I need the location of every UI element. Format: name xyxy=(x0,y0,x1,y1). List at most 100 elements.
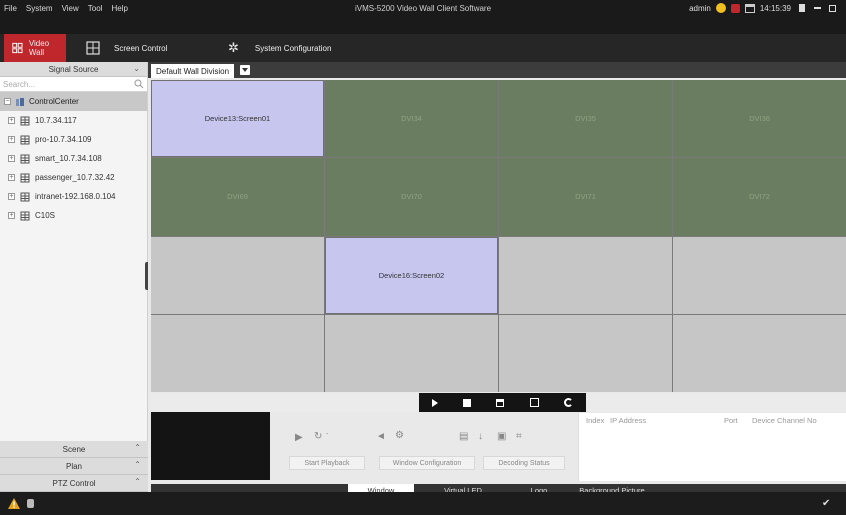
search-input[interactable]: Search... xyxy=(0,77,147,92)
tree-item[interactable]: + C10S xyxy=(0,206,147,225)
column-header-index[interactable]: Index xyxy=(586,416,604,428)
chevron-down-icon: ⌄ xyxy=(133,64,140,73)
wall-cell[interactable]: Device13:Screen01 xyxy=(151,80,324,158)
wall-cell[interactable] xyxy=(325,314,498,392)
signal-source-header[interactable]: Signal Source ⌄ xyxy=(0,62,147,77)
wall-cell[interactable]: DVI34 xyxy=(325,80,498,158)
play-icon[interactable] xyxy=(431,398,438,407)
status-area: admin 14:15:39 xyxy=(689,3,836,13)
tree-item[interactable]: + intranet-192.168.0.104 xyxy=(0,187,147,206)
tree-item[interactable]: + passenger_10.7.32.42 xyxy=(0,168,147,187)
signal-source-title: Signal Source xyxy=(48,64,99,74)
nav-video-wall[interactable]: Video Wall xyxy=(4,34,66,62)
tab-default-wall-division[interactable]: Default Wall Division xyxy=(151,64,235,78)
tab-dropdown-icon[interactable] xyxy=(240,65,250,75)
calendar-icon xyxy=(744,3,755,13)
wall-cell[interactable]: Device16:Screen02 xyxy=(325,236,498,314)
nav-system-configuration[interactable]: ✲ System Configuration xyxy=(220,34,339,62)
wall-cell[interactable]: DVI69 xyxy=(151,158,324,236)
ptz-panel-header[interactable]: PTZ Control ⌃ xyxy=(0,475,148,492)
decoding-status-label: Decoding Status xyxy=(498,459,550,467)
expand-icon[interactable]: + xyxy=(8,155,15,162)
refresh-icon[interactable] xyxy=(564,398,574,407)
window-configuration-button[interactable]: Window Configuration xyxy=(379,456,475,470)
column-header-port[interactable]: Port xyxy=(724,416,738,428)
maximize-icon[interactable] xyxy=(829,4,836,12)
download-icon[interactable]: ↓ xyxy=(478,431,483,442)
start-playback-button[interactable]: Start Playback xyxy=(289,456,365,470)
search-icon[interactable] xyxy=(134,79,144,89)
collapse-icon[interactable]: − xyxy=(4,98,11,105)
tree-item-label: passenger_10.7.32.42 xyxy=(35,173,115,182)
module-nav: Video Wall Screen Control ✲ System Confi… xyxy=(0,34,846,62)
expand-icon[interactable]: + xyxy=(8,174,15,181)
camera-icon[interactable]: ◄ xyxy=(376,431,386,442)
tab-label: Default Wall Division xyxy=(156,66,230,76)
config-icon[interactable]: ▤ xyxy=(459,431,468,442)
decoding-status-button[interactable]: Decoding Status xyxy=(483,456,565,470)
wall-cell[interactable] xyxy=(673,236,846,314)
tree-root-controlcenter[interactable]: − ControlCenter xyxy=(0,92,147,111)
scene-panel-header[interactable]: Scene ⌃ xyxy=(0,441,148,458)
settings-icon[interactable]: ⚙ xyxy=(395,430,404,441)
expand-icon[interactable]: + xyxy=(8,136,15,143)
lock-icon[interactable] xyxy=(799,4,805,12)
control-center-icon xyxy=(16,97,24,106)
wall-cell[interactable]: DVI70 xyxy=(325,158,498,236)
wall-cell[interactable] xyxy=(151,314,324,392)
column-header-ip[interactable]: IP Address xyxy=(610,416,646,428)
alarm-icon[interactable] xyxy=(730,3,740,13)
tray-icon[interactable] xyxy=(27,499,34,508)
tree-item[interactable]: + 10.7.34.117 xyxy=(0,111,147,130)
nav-video-wall-label: Video Wall xyxy=(28,39,50,57)
column-header-channel[interactable]: Device Channel No xyxy=(752,416,817,428)
device-icon xyxy=(20,192,30,201)
plan-title: Plan xyxy=(65,461,82,471)
taskbar: ✔ xyxy=(0,492,846,515)
wall-cell[interactable]: DVI36 xyxy=(673,80,846,158)
wall-cell[interactable] xyxy=(499,314,672,392)
plan-panel-header[interactable]: Plan ⌃ xyxy=(0,458,148,475)
expand-icon[interactable]: + xyxy=(8,212,15,219)
device-icon xyxy=(20,116,30,125)
tree-item[interactable]: + smart_10.7.34.108 xyxy=(0,149,147,168)
username: admin xyxy=(689,3,711,13)
gear-icon: ✲ xyxy=(228,40,239,55)
dropdown-arrow-icon[interactable]: - xyxy=(326,431,328,438)
device-icon xyxy=(20,173,30,182)
chevron-up-icon: ⌃ xyxy=(134,460,141,469)
window-icon[interactable] xyxy=(496,398,505,407)
wall-cell[interactable] xyxy=(673,314,846,392)
device-icon xyxy=(20,211,30,220)
rewind-icon[interactable]: ↻ xyxy=(314,431,322,442)
warning-icon[interactable] xyxy=(7,497,21,510)
wall-cell[interactable]: DVI72 xyxy=(673,158,846,236)
tree-item[interactable]: + pro-10.7.34.109 xyxy=(0,130,147,149)
tool-icon[interactable]: ✔ xyxy=(822,498,830,509)
scene-title: Scene xyxy=(62,444,86,454)
wall-cell[interactable] xyxy=(499,236,672,314)
expand-icon[interactable]: + xyxy=(8,117,15,124)
chevron-up-icon: ⌃ xyxy=(134,443,141,452)
wall-cell[interactable] xyxy=(151,236,324,314)
play-icon[interactable]: ▶ xyxy=(295,432,303,443)
nav-screen-control[interactable]: Screen Control xyxy=(78,34,175,62)
fullscreen-icon[interactable]: ⌗ xyxy=(516,431,522,442)
user-icon[interactable] xyxy=(715,3,726,13)
device-icon xyxy=(20,135,30,144)
split-icon[interactable] xyxy=(529,398,539,407)
lock-icon[interactable]: ▣ xyxy=(497,431,506,442)
tree-root-label: ControlCenter xyxy=(29,97,79,106)
wall-cell[interactable]: DVI35 xyxy=(499,80,672,158)
tree-item-label: C10S xyxy=(35,211,56,220)
expand-icon[interactable]: + xyxy=(8,193,15,200)
stop-icon[interactable] xyxy=(463,398,472,407)
device-icon xyxy=(20,154,30,163)
wall-cell[interactable]: DVI71 xyxy=(499,158,672,236)
tree-item-label: smart_10.7.34.108 xyxy=(35,154,102,163)
nav-screen-control-label: Screen Control xyxy=(114,43,168,53)
video-wall-grid: Device13:Screen01 DVI34 DVI35 DVI36 DVI6… xyxy=(151,80,846,392)
nav-system-configuration-label: System Configuration xyxy=(254,43,332,53)
preview-pane xyxy=(151,412,270,480)
minimize-icon[interactable] xyxy=(814,7,821,9)
